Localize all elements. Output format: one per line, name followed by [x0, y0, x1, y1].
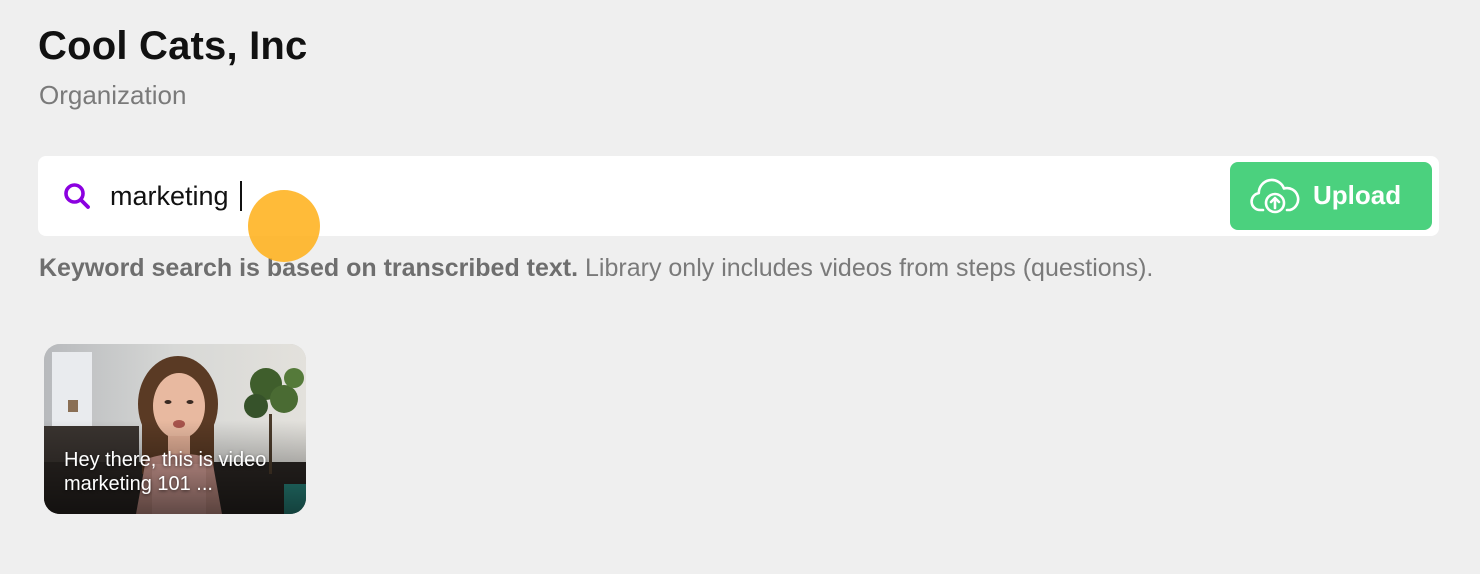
- upload-button-label: Upload: [1313, 180, 1402, 210]
- cloud-upload-icon: [1250, 178, 1300, 214]
- search-help-text: Keyword search is based on transcribed t…: [39, 254, 1153, 283]
- search-help-bold: Keyword search is based on transcribed t…: [39, 254, 579, 282]
- library-page: Cool Cats, Inc Organization Upload Keywo…: [0, 0, 1480, 574]
- search-icon: [64, 183, 90, 209]
- video-card[interactable]: Hey there, this is video marketing 101 .…: [44, 344, 306, 514]
- video-caption: Hey there, this is video marketing 101 .…: [64, 449, 267, 495]
- page-title: Cool Cats, Inc: [38, 24, 308, 68]
- click-indicator: [248, 190, 320, 262]
- text-caret: [240, 181, 242, 211]
- upload-button[interactable]: Upload: [1230, 162, 1432, 230]
- search-help-normal: Library only includes videos from steps …: [578, 254, 1154, 282]
- page-subtitle: Organization: [39, 80, 187, 110]
